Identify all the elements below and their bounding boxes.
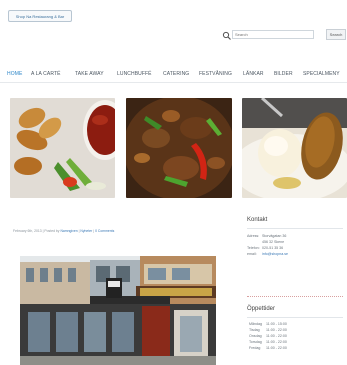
divider <box>247 228 343 229</box>
post-category-link[interactable]: Nyheter <box>80 229 92 233</box>
nav-item-festvaning[interactable]: FESTVÅNING <box>199 71 232 77</box>
nav-item-specialmeny[interactable]: SPECIALMENY <box>303 71 340 77</box>
day-label: Fredag <box>249 346 261 350</box>
hours-heading: Öppettider <box>247 306 276 312</box>
nav-item-lunchbuffe[interactable]: LUNCHBUFFÉ <box>117 71 152 77</box>
site-logo-button[interactable]: Shop Na Restaurang & Bar <box>8 10 72 22</box>
divider <box>247 296 343 297</box>
post-comments-link[interactable]: 0 Comments <box>95 229 114 233</box>
food-image-stir-fry[interactable] <box>126 98 232 198</box>
hours-row: Fredag 11:00 - 22:00 <box>249 345 345 351</box>
nav-item-catering[interactable]: CATERING <box>163 71 189 77</box>
search-icon <box>222 29 232 41</box>
hours-value: 11:00 - 22:00 <box>266 346 287 350</box>
contact-heading: Kontakt <box>247 217 268 223</box>
sidebar-contact: Kontakt Adress: Storvägatan 36 456 32 Sk… <box>247 217 343 257</box>
restaurant-storefront-photo <box>20 256 216 365</box>
search-bar: Search <box>222 29 346 41</box>
divider <box>247 317 343 318</box>
search-button[interactable]: Search <box>326 29 346 40</box>
food-image-spring-rolls[interactable] <box>10 98 115 198</box>
nav-item-bilder[interactable]: BILDER <box>274 71 293 77</box>
food-image-dessert[interactable] <box>242 98 347 198</box>
nav-item-a-la-carte[interactable]: A LA CARTÉ <box>31 71 61 77</box>
nav-item-home[interactable]: HOME <box>7 71 22 77</box>
email-link[interactable]: info@shopna.se <box>262 251 288 257</box>
nav-item-take-away[interactable]: TAKE AWAY <box>75 71 104 77</box>
post-date: February 6th, 2013 | Posted by <box>13 229 60 233</box>
main-nav: HOME A LA CARTÉ TAKE AWAY LUNCHBUFFÉ CAT… <box>0 68 347 83</box>
opening-hours-list: Måndag 11:00 - 15:00 Tisdag 11:00 - 22:0… <box>249 321 345 351</box>
search-input[interactable] <box>232 30 314 39</box>
post-meta: February 6th, 2013 | Posted by Namngiven… <box>13 229 114 233</box>
nav-item-lankar[interactable]: LÄNKAR <box>243 71 264 77</box>
post-author-link[interactable]: Namngiven <box>60 229 77 233</box>
contact-row: email: info@shopna.se <box>247 251 343 257</box>
meta-separator: | <box>93 229 95 233</box>
contact-label: email: <box>247 252 257 256</box>
